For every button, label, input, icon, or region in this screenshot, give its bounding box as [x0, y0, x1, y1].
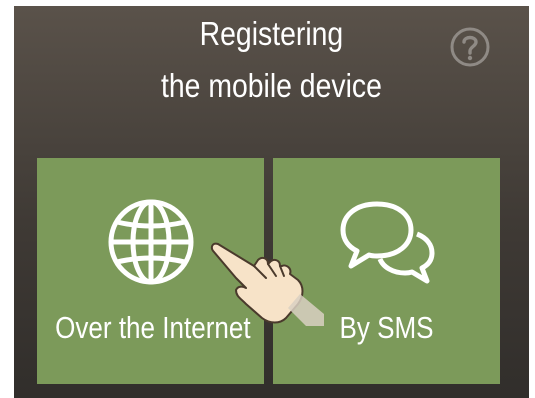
question-circle-icon [450, 27, 490, 67]
help-button[interactable] [449, 26, 491, 68]
title-line-1: Registering [199, 15, 344, 52]
pointing-hand-icon [210, 242, 324, 326]
chat-bubbles-icon [340, 201, 434, 284]
registration-screen: Registering the mobile device Over the I… [14, 6, 529, 398]
globe-icon [108, 199, 193, 285]
title-line-2: the mobile device [160, 67, 382, 104]
